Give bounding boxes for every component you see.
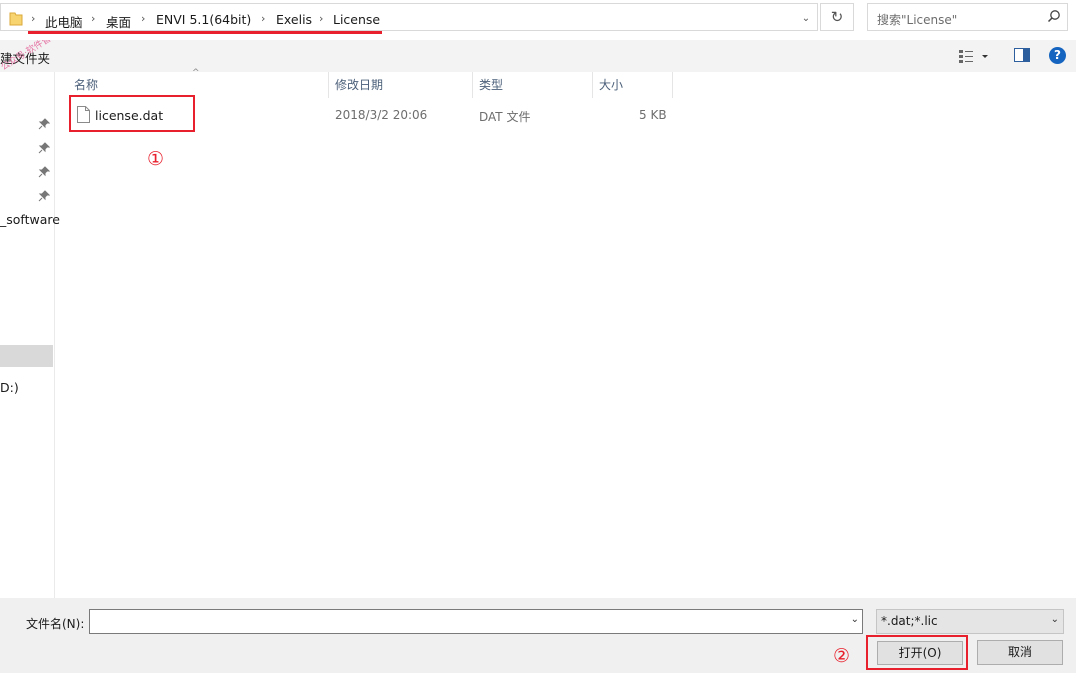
watermark-logo: 公众号·软件管家 xyxy=(0,40,61,70)
breadcrumb-separator: › xyxy=(141,12,146,25)
chevron-down-icon[interactable]: ⌄ xyxy=(851,614,859,625)
pin-icon[interactable] xyxy=(38,190,50,202)
chevron-down-icon[interactable]: ⌄ xyxy=(1051,614,1059,625)
toolbar xyxy=(0,40,1076,72)
column-header-name[interactable]: 名称 xyxy=(74,76,98,93)
annotation-step-1: ① xyxy=(147,148,165,170)
column-header-size[interactable]: 大小 xyxy=(599,76,623,93)
column-divider[interactable] xyxy=(592,72,593,98)
annotation-step-2: ② xyxy=(833,645,851,667)
column-header-type[interactable]: 类型 xyxy=(479,76,503,93)
search-placeholder: 搜索"License" xyxy=(877,13,958,27)
pin-icon[interactable] xyxy=(38,142,50,154)
breadcrumb-envi[interactable]: ENVI 5.1(64bit) xyxy=(156,12,251,27)
nav-item-selected[interactable] xyxy=(0,345,53,367)
file-type-filter[interactable]: *.dat;*.lic ⌄ xyxy=(876,609,1064,634)
nav-item-drive-d[interactable]: D:) xyxy=(0,380,19,395)
annotation-highlight-box xyxy=(69,95,195,132)
file-modified: 2018/3/2 20:06 xyxy=(335,108,428,122)
filename-label: 文件名(N): xyxy=(26,617,85,631)
pin-icon[interactable] xyxy=(38,166,50,178)
preview-pane-icon[interactable] xyxy=(1014,48,1030,62)
search-icon[interactable] xyxy=(1047,9,1061,23)
breadcrumb-exelis[interactable]: Exelis xyxy=(276,12,312,27)
column-divider[interactable] xyxy=(472,72,473,98)
sort-ascending-icon: ^ xyxy=(192,68,200,78)
filter-value: *.dat;*.lic xyxy=(881,614,938,628)
nav-item-software[interactable]: _software xyxy=(0,212,60,227)
file-size: 5 KB xyxy=(639,108,667,122)
breadcrumb-license[interactable]: License xyxy=(333,12,380,27)
view-options-icon[interactable] xyxy=(958,48,988,64)
cancel-button[interactable]: 取消 xyxy=(977,640,1063,665)
column-divider[interactable] xyxy=(672,72,673,98)
breadcrumb-desktop[interactable]: 桌面 xyxy=(106,12,131,31)
refresh-icon[interactable]: ↻ xyxy=(820,3,854,31)
column-header-modified[interactable]: 修改日期 xyxy=(335,76,383,93)
breadcrumb-this-pc[interactable]: 此电脑 xyxy=(45,12,83,31)
annotation-highlight-box xyxy=(866,635,968,670)
pin-icon[interactable] xyxy=(38,118,50,130)
svg-text:公众号·软件管家: 公众号·软件管家 xyxy=(0,40,61,70)
chevron-down-icon[interactable]: ⌄ xyxy=(797,10,815,28)
file-type: DAT 文件 xyxy=(479,110,531,124)
breadcrumb-separator: › xyxy=(91,12,96,25)
address-highlight-underline xyxy=(28,31,382,34)
search-input[interactable]: 搜索"License" xyxy=(867,3,1068,31)
folder-icon xyxy=(9,12,23,26)
breadcrumb-separator: › xyxy=(261,12,266,25)
column-divider[interactable] xyxy=(328,72,329,98)
breadcrumb-separator: › xyxy=(31,12,36,25)
address-bar[interactable]: › 此电脑 › 桌面 › ENVI 5.1(64bit) › Exelis › … xyxy=(0,3,818,31)
filename-input[interactable]: ⌄ xyxy=(89,609,863,634)
breadcrumb-separator: › xyxy=(319,12,324,25)
help-icon[interactable]: ? xyxy=(1049,47,1066,64)
